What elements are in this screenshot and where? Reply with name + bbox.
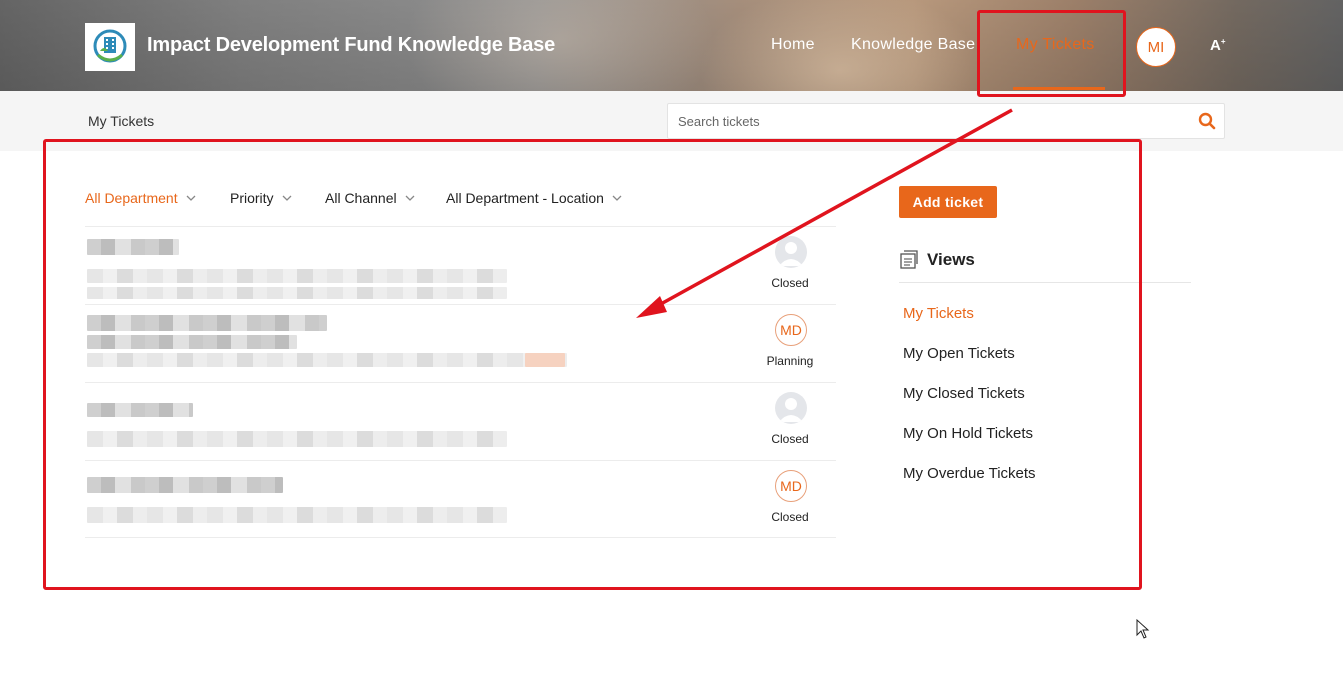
view-my-overdue-tickets[interactable]: My Overdue Tickets	[903, 465, 1036, 482]
unassigned-avatar-icon	[775, 392, 807, 424]
filter-priority-label: Priority	[230, 190, 274, 206]
ticket-meta-redacted	[525, 353, 565, 367]
view-my-tickets[interactable]: My Tickets	[903, 305, 974, 322]
filter-location[interactable]: All Department - Location	[446, 190, 622, 206]
views-icon	[900, 250, 918, 269]
ticket-meta-redacted	[87, 287, 507, 299]
status-label: Planning	[766, 354, 814, 368]
font-toggle-label: A	[1210, 37, 1221, 54]
assignee-avatar: MD	[775, 314, 807, 346]
logo-icon	[93, 29, 127, 63]
sub-header-bar: My Tickets	[0, 91, 1343, 151]
views-title: Views	[927, 250, 975, 269]
filter-department[interactable]: All Department	[85, 190, 196, 206]
chevron-down-icon	[186, 195, 196, 201]
nav-my-tickets[interactable]: My Tickets	[1016, 36, 1095, 54]
chevron-down-icon	[405, 195, 415, 201]
ticket-subject-redacted	[87, 335, 297, 349]
ticket-meta-redacted	[87, 507, 507, 523]
nav-active-indicator	[1013, 87, 1105, 90]
view-my-on-hold-tickets[interactable]: My On Hold Tickets	[903, 425, 1033, 442]
breadcrumb: My Tickets	[88, 113, 155, 129]
mouse-cursor-icon	[1136, 619, 1150, 639]
site-title[interactable]: Impact Development Fund Knowledge Base	[147, 34, 555, 57]
ticket-row[interactable]: Closed	[85, 382, 836, 460]
ticket-row[interactable]: MD Closed	[85, 460, 836, 538]
filter-channel-label: All Channel	[325, 190, 397, 206]
ticket-row[interactable]: Closed	[85, 226, 836, 304]
ticket-meta-redacted	[87, 353, 567, 367]
ticket-status: Closed	[745, 227, 835, 305]
ticket-subject-redacted[interactable]	[87, 477, 283, 493]
ticket-status: MD Planning	[745, 305, 835, 383]
ticket-subject-redacted[interactable]	[87, 315, 327, 331]
status-label: Closed	[771, 510, 809, 524]
site-header: Impact Development Fund Knowledge Base H…	[0, 0, 1343, 91]
ticket-subject-redacted[interactable]	[87, 403, 193, 417]
nav-home[interactable]: Home	[771, 36, 815, 54]
assignee-avatar: MD	[775, 470, 807, 502]
ticket-status: MD Closed	[745, 461, 835, 539]
font-size-toggle[interactable]: A+	[1210, 37, 1226, 54]
site-logo[interactable]	[85, 23, 135, 71]
ticket-meta-redacted	[87, 431, 507, 447]
user-avatar[interactable]: MI	[1136, 27, 1176, 67]
filter-location-label: All Department - Location	[446, 190, 604, 206]
ticket-meta-redacted	[87, 269, 507, 283]
views-header: Views	[899, 250, 975, 270]
ticket-row[interactable]: MD Planning	[85, 304, 836, 382]
filter-department-label: All Department	[85, 190, 178, 206]
view-my-open-tickets[interactable]: My Open Tickets	[903, 345, 1015, 362]
ticket-subject-redacted[interactable]	[87, 239, 179, 255]
status-label: Closed	[771, 432, 809, 446]
search-icon[interactable]	[1198, 112, 1216, 130]
filter-priority[interactable]: Priority	[230, 190, 292, 206]
search-input[interactable]	[668, 104, 1188, 138]
ticket-search[interactable]	[667, 103, 1225, 139]
ticket-status: Closed	[745, 383, 835, 461]
add-ticket-button[interactable]: Add ticket	[899, 186, 997, 218]
status-label: Closed	[771, 276, 809, 290]
chevron-down-icon	[612, 195, 622, 201]
views-divider	[899, 282, 1191, 283]
ticket-list: Closed MD Planning Closed MD Closed	[85, 226, 836, 538]
filter-channel[interactable]: All Channel	[325, 190, 415, 206]
nav-knowledge-base[interactable]: Knowledge Base	[851, 36, 975, 54]
chevron-down-icon	[282, 195, 292, 201]
unassigned-avatar-icon	[775, 236, 807, 268]
view-my-closed-tickets[interactable]: My Closed Tickets	[903, 385, 1025, 402]
